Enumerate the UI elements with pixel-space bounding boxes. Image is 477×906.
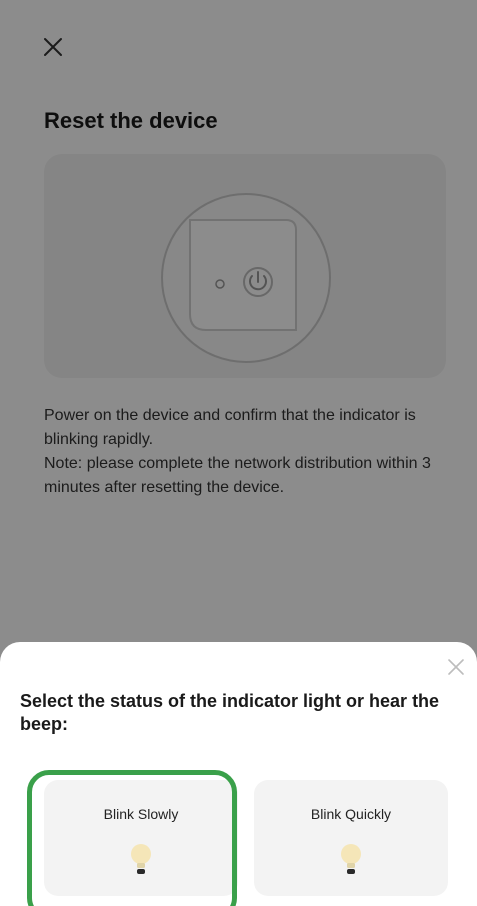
sheet-title: Select the status of the indicator light… — [20, 691, 440, 734]
app-screen: Reset the device Power on the device and… — [0, 0, 477, 906]
option-label: Blink Slowly — [103, 806, 179, 822]
lightbulb-icon — [131, 844, 151, 874]
option-blink-quickly[interactable]: Blink Quickly — [254, 780, 448, 896]
lightbulb-icon — [341, 844, 361, 874]
bottom-sheet: Select the status of the indicator light… — [0, 642, 477, 906]
close-icon[interactable] — [446, 657, 466, 677]
option-blink-slowly[interactable]: Blink Slowly — [44, 780, 238, 896]
option-label: Blink Quickly — [310, 806, 392, 822]
